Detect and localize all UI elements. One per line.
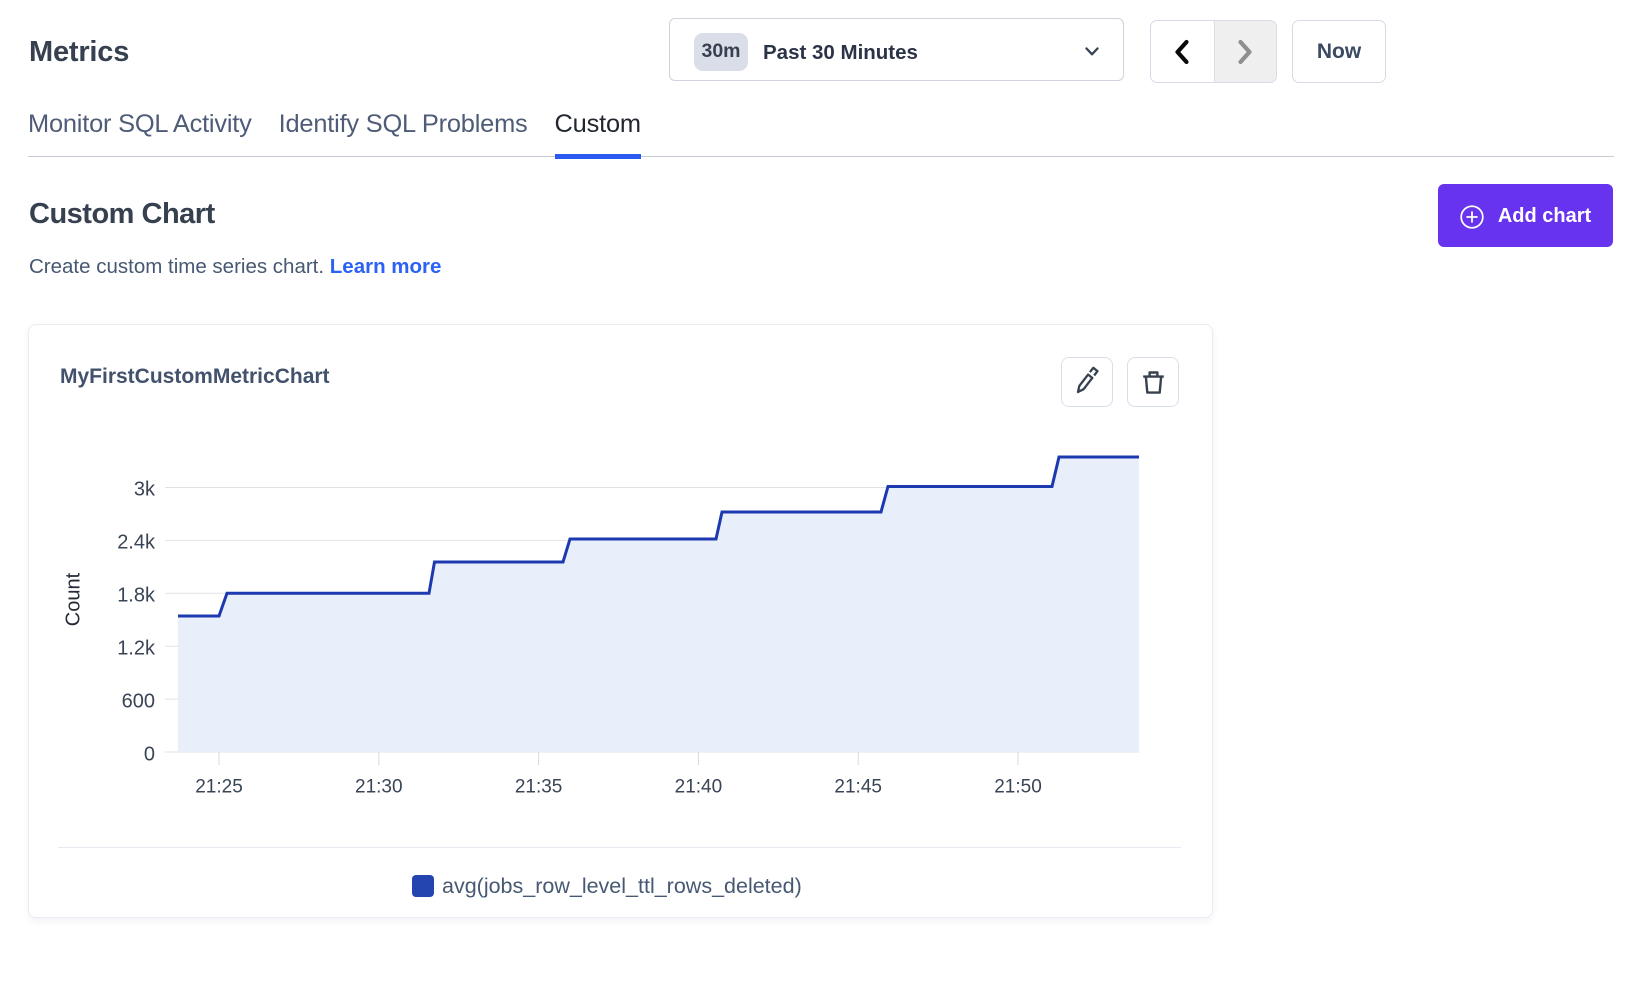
svg-text:21:35: 21:35: [515, 777, 563, 798]
svg-text:21:45: 21:45: [834, 777, 882, 798]
svg-text:0: 0: [144, 744, 155, 766]
svg-text:2.4k: 2.4k: [117, 532, 156, 554]
svg-text:21:30: 21:30: [355, 777, 403, 798]
svg-text:600: 600: [122, 691, 155, 713]
svg-text:1.8k: 1.8k: [117, 585, 156, 607]
svg-text:21:50: 21:50: [994, 777, 1042, 798]
svg-text:1.2k: 1.2k: [117, 638, 156, 660]
svg-text:3k: 3k: [134, 479, 156, 501]
svg-text:21:40: 21:40: [675, 777, 723, 798]
svg-text:21:25: 21:25: [195, 777, 243, 798]
